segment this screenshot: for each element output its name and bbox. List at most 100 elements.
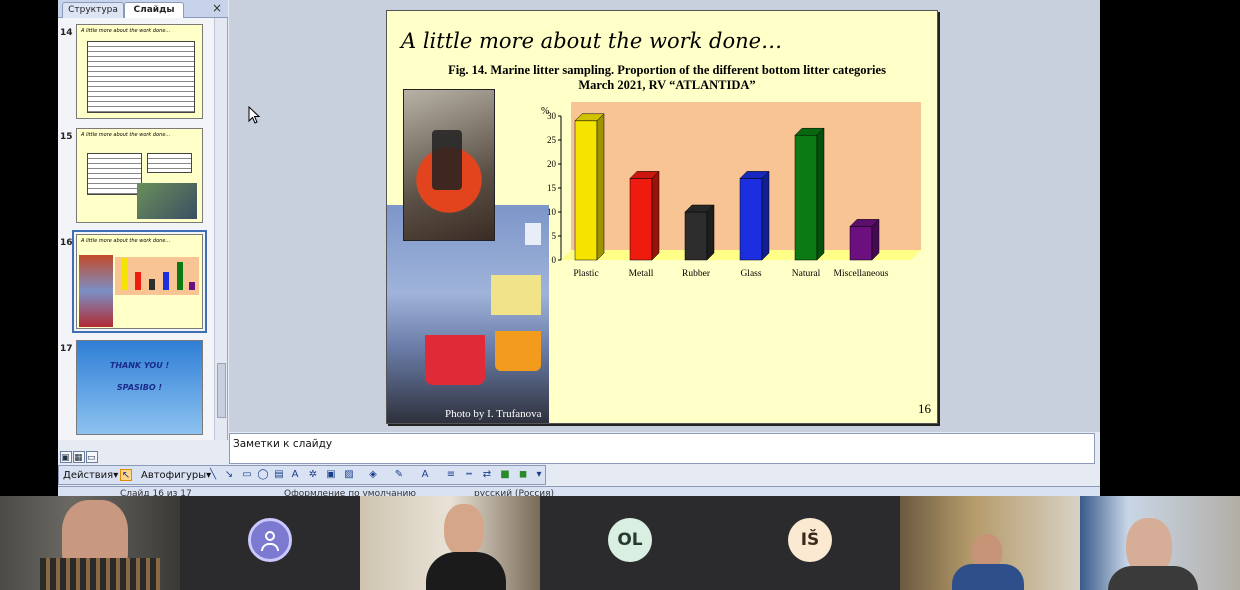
screen: Структура Слайды × 14 A little more abou…	[0, 0, 1240, 590]
photo-detail	[495, 331, 541, 371]
slide-editing-area: A little more about the work done… Fig. …	[229, 0, 1100, 432]
participant-tile-1[interactable]	[0, 496, 180, 590]
user-icon	[261, 543, 279, 551]
participant-tile-4[interactable]: OL	[540, 496, 720, 590]
line-style-icon[interactable]: ≡	[445, 469, 457, 481]
participant-clothing	[952, 564, 1024, 590]
slide-title[interactable]: A little more about the work done…	[401, 29, 782, 53]
view-buttons: ▣ ▦ ▭	[58, 451, 98, 464]
textbox-icon[interactable]: ▤	[273, 469, 285, 481]
autoshapes-menu[interactable]: Автофигуры▾	[141, 469, 211, 483]
thumbnail-table	[87, 41, 195, 113]
mouse-cursor-icon	[248, 106, 260, 124]
chart-caption-line1: Fig. 14. Marine litter sampling. Proport…	[448, 63, 886, 77]
participant-tile-5[interactable]: IŠ	[720, 496, 900, 590]
bar-side-metall	[651, 170, 660, 261]
bar-chart[interactable]: 051015202530%Plastic Metall Rubber Glass Nat…	[527, 95, 927, 285]
thumbnail-text-spasibo: SPASIBO !	[116, 383, 163, 392]
normal-view-icon[interactable]: ▣	[60, 451, 72, 463]
category-label: Glass	[740, 269, 761, 279]
thumbnails-scrollbar[interactable]	[214, 18, 227, 440]
thumbnail-number: 14	[60, 28, 73, 38]
thumbnail-title: A little more about the work done...	[81, 28, 171, 34]
tab-structure[interactable]: Структура	[62, 2, 124, 18]
y-tick-label: 20	[547, 159, 557, 169]
arrow-icon[interactable]: ↘	[223, 469, 235, 481]
participant-tile-3[interactable]	[360, 496, 540, 590]
y-tick-label: 25	[547, 135, 557, 145]
photo-red-bucket[interactable]	[403, 89, 495, 241]
slide-notes[interactable]: Заметки к слайду	[229, 433, 1095, 464]
thumbnail-bar	[149, 279, 155, 290]
bar-side-natural	[816, 127, 825, 261]
bar-plastic	[574, 120, 598, 261]
diagram-icon[interactable]: ✲	[307, 469, 319, 481]
bar-side-rubber	[706, 204, 715, 261]
status-slide-info: Слайд 16 из 17	[120, 489, 192, 496]
bar-metall	[629, 178, 653, 261]
dash-style-icon[interactable]: ┅	[463, 469, 475, 481]
thumbnail-title: A little more about the work done...	[81, 238, 171, 244]
photo-detail	[432, 130, 462, 190]
thumbnail-bar	[189, 282, 195, 290]
slide-thumbnail-16[interactable]: A little more about the work done...	[72, 230, 207, 333]
category-label: Miscellaneous	[834, 269, 889, 279]
participant-initials-ol: OL	[608, 518, 652, 562]
thumbnail-chart	[115, 257, 199, 295]
line-color-icon[interactable]: ✎	[393, 469, 405, 481]
y-axis-label: %	[541, 106, 549, 117]
y-tick-label: 0	[552, 255, 557, 265]
bar-side-plastic	[596, 113, 605, 261]
select-pointer-icon[interactable]: ↖	[120, 469, 132, 481]
font-color-icon[interactable]: A	[419, 469, 431, 481]
thumbnail-title: A little more about the work done...	[81, 132, 171, 138]
photo-detail	[425, 335, 485, 385]
current-slide[interactable]: A little more about the work done… Fig. …	[386, 10, 938, 424]
clipart-icon[interactable]: ▣	[325, 469, 337, 481]
thumbnail-number: 17	[60, 344, 73, 354]
shadow-icon[interactable]: ■	[499, 469, 511, 481]
wordart-icon[interactable]: A	[289, 469, 301, 481]
thumbnail-photo	[79, 255, 113, 327]
actions-menu-label: Действия	[63, 470, 114, 481]
toolbar-options-icon[interactable]: ▾	[533, 469, 545, 481]
slide-thumbnail-15[interactable]: A little more about the work done...	[76, 128, 203, 223]
arrow-style-icon[interactable]: ⇄	[481, 469, 493, 481]
y-tick-label: 15	[547, 183, 557, 193]
slide-thumbnail-14[interactable]: A little more about the work done...	[76, 24, 203, 119]
thumbnail-text-thank-you: THANK YOU !	[109, 361, 170, 370]
actions-menu[interactable]: Действия▾	[63, 469, 118, 483]
category-label: Natural	[792, 269, 821, 279]
category-label: Metall	[629, 269, 654, 279]
thumbnail-number: 15	[60, 132, 73, 142]
autoshapes-menu-label: Автофигуры	[141, 470, 207, 481]
bar-natural	[794, 134, 818, 261]
scrollbar-thumb[interactable]	[217, 363, 226, 418]
rectangle-icon[interactable]: ▭	[241, 469, 253, 481]
participant-tile-6[interactable]	[900, 496, 1080, 590]
participant-sweater	[40, 558, 160, 590]
oval-icon[interactable]: ◯	[257, 469, 269, 481]
slide-thumbnail-17[interactable]: THANK YOU ! SPASIBO !	[76, 340, 203, 435]
thumbnail-table	[147, 153, 192, 173]
fill-color-icon[interactable]: ◈	[367, 469, 379, 481]
close-pane-icon[interactable]: ×	[212, 1, 222, 15]
picture-icon[interactable]: ▨	[343, 469, 355, 481]
user-icon	[265, 531, 275, 541]
bar-miscellaneous	[849, 226, 873, 261]
sorter-view-icon[interactable]: ▦	[73, 451, 85, 463]
pane-tabs: Структура Слайды ×	[58, 0, 228, 18]
line-icon[interactable]: ╲	[207, 469, 219, 481]
participant-clothing	[1108, 566, 1198, 590]
thumbnail-bar	[135, 272, 141, 290]
thumbnail-bar	[177, 262, 183, 290]
photo-credit: Photo by I. Trufanova	[445, 408, 542, 420]
participant-tile-7[interactable]	[1080, 496, 1240, 590]
participant-clothing	[426, 552, 506, 590]
status-language: русский (Россия)	[474, 489, 555, 496]
notes-placeholder: Заметки к слайду	[233, 438, 333, 450]
3d-icon[interactable]: ◼	[517, 469, 529, 481]
tab-slides[interactable]: Слайды	[124, 2, 184, 18]
participant-tile-2[interactable]	[180, 496, 360, 590]
slideshow-view-icon[interactable]: ▭	[86, 451, 98, 463]
